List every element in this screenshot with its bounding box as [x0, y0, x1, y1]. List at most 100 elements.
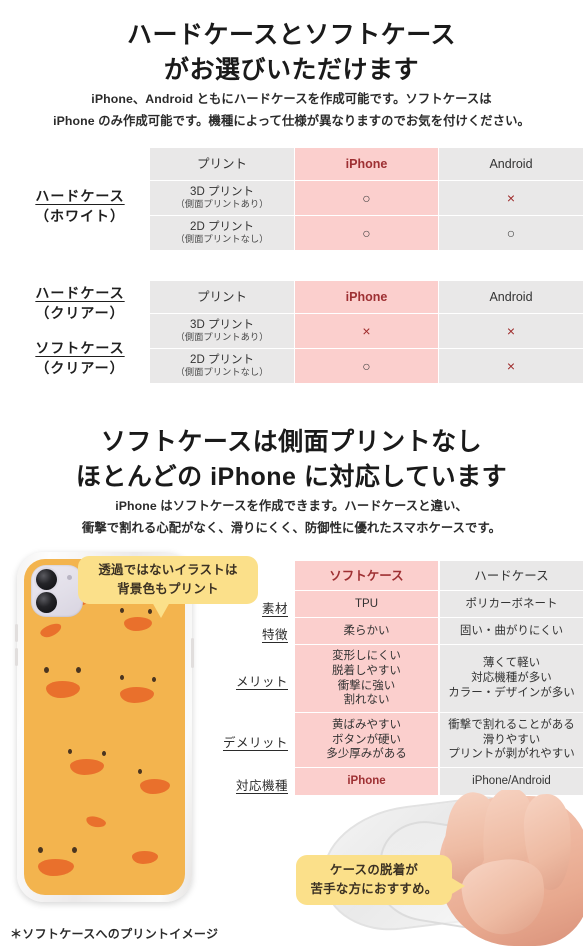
compare-row-label-3: デメリット — [222, 736, 288, 750]
table1-header-iphone: iPhone — [295, 148, 438, 180]
compare-row2-soft: 変形しにくい 脱着しやすい 衝撃に強い 割れない — [295, 645, 438, 712]
grip-note-line1: ケースの脱着が — [329, 863, 419, 878]
camera-lens-bottom — [36, 592, 57, 613]
section1-lead: iPhone、Android ともにハードケースを作成可能です。ソフトケースは … — [0, 88, 583, 133]
table2-row-label-hard: ハードケース （クリアー） — [10, 283, 150, 324]
compare-row0-hard-line0: ポリカーボネート — [465, 597, 558, 610]
table1-row0-label-sub: （側面プリントあり） — [175, 199, 269, 210]
table2-row0-label-main: 3D プリント — [190, 318, 254, 331]
compare-row2-soft-line0: 変形しにくい — [332, 650, 401, 663]
table2-row1-android-mark: × — [506, 358, 516, 374]
footnote: ＊ソフトケースへのプリントイメージ — [10, 927, 219, 941]
table1-row-label-line2: （ホワイト） — [35, 208, 125, 225]
table1-row0-iphone-mark: ○ — [362, 190, 371, 206]
table2-row0-android: × — [439, 314, 583, 348]
table2-row-label-soft: ソフトケース （クリアー） — [10, 338, 150, 379]
table1-row1-label: 2D プリント （側面プリントなし） — [150, 216, 294, 250]
section1-lead-line2: iPhone のみ作成可能です。機種によって仕様が異なりますのでお気を付けくださ… — [53, 114, 530, 129]
table2-row-label-hard-line1: ハードケース — [35, 285, 125, 301]
table2-row0-iphone-mark: × — [362, 323, 371, 339]
compare-row1-hard-line0: 固い・曲がりにくい — [459, 624, 564, 637]
compare-header-soft: ソフトケース — [295, 561, 438, 590]
table2-row-label-hard-line2: （クリアー） — [35, 305, 125, 322]
compare-row2-soft-line3: 割れない — [343, 694, 390, 707]
table1-row1-android: ○ — [439, 216, 583, 250]
compare-row1-soft-line0: 柔らかい — [343, 624, 390, 637]
table2-row0-label-sub: （側面プリントあり） — [175, 332, 269, 343]
volume-down-button — [15, 648, 18, 666]
camera-lens-top — [36, 569, 57, 590]
table2-row-label-soft-line1: ソフトケース — [35, 340, 125, 356]
table2-row1-label: 2D プリント （側面プリントなし） — [150, 349, 294, 383]
volume-up-button — [15, 624, 18, 642]
compare-row3-hard-line0: 衝撃で割れることがある — [448, 718, 575, 731]
section2-lead: iPhone はソフトケースを作成できます。ハードケースと違い、 衝撃で割れる心… — [0, 495, 583, 540]
compare-row3-hard-line1: 滑りやすい — [482, 733, 541, 746]
table1-row0-label: 3D プリント （側面プリントあり） — [150, 181, 294, 215]
table1-row1-iphone: ○ — [295, 216, 438, 250]
bubble-tail-right-icon — [450, 877, 465, 895]
table2-header-iphone: iPhone — [295, 281, 438, 313]
section2-title-line2: ほとんどの iPhone に対応しています — [75, 462, 508, 491]
table2-row1-iphone: ○ — [295, 349, 438, 383]
compare-row-label-1: 特徴 — [261, 628, 288, 642]
compare-row-label-4: 対応機種 — [235, 779, 288, 793]
compare-row4-soft-line0: iPhone — [347, 775, 386, 788]
table1-row1-android-mark: ○ — [506, 225, 516, 241]
table2-row1-android: × — [439, 349, 583, 383]
section1-title-line2: がお選びいただけます — [163, 55, 419, 84]
section2-lead-line1: iPhone はソフトケースを作成できます。ハードケースと違い、 — [115, 499, 468, 513]
compare-row-label-2: メリット — [235, 675, 288, 689]
table2-row1-label-sub: （側面プリントなし） — [175, 367, 269, 378]
table1-row-label: ハードケース （ホワイト） — [10, 186, 150, 227]
section2-lead-line2: 衝撃で割れる心配がなく、滑りにくく、防御性に優れたスマホケースです。 — [81, 521, 502, 536]
compare-row0-soft-line0: TPU — [355, 597, 378, 610]
table2-row0-android-mark: × — [506, 323, 516, 339]
grip-note-line2: 苦手な方におすすめ。 — [310, 882, 438, 896]
table1-header-print: プリント — [150, 148, 294, 180]
compare-row1-soft: 柔らかい — [295, 618, 438, 644]
compare-row1-hard: 固い・曲がりにくい — [440, 618, 583, 644]
camera-bump — [31, 565, 83, 617]
section1-title-line1: ハードケースとソフトケース — [126, 21, 456, 49]
compare-row2-hard-line2: カラー・デザインが多い — [448, 686, 575, 699]
compare-row3-soft: 黄ばみやすい ボタンが硬い 多少厚みがある — [295, 713, 438, 767]
compare-row3-soft-line0: 黄ばみやすい — [332, 718, 401, 731]
section2-title: ソフトケースは側面プリントなし ほとんどの iPhone に対応しています — [0, 425, 583, 494]
table1-row0-iphone: ○ — [295, 181, 438, 215]
table2-header-android: Android — [439, 281, 583, 313]
section1-lead-line1: iPhone、Android ともにハードケースを作成可能です。ソフトケースは — [91, 92, 492, 106]
compare-row3-soft-line1: ボタンが硬い — [332, 733, 401, 746]
compare-row2-hard-line1: 対応機種が多い — [471, 672, 552, 685]
table2-row-label-soft-line2: （クリアー） — [35, 360, 125, 377]
table1-row1-iphone-mark: ○ — [362, 225, 371, 241]
compare-row2-soft-line1: 脱着しやすい — [332, 664, 401, 677]
table2-row1-label-main: 2D プリント — [190, 353, 254, 366]
bubble-tail-down-icon — [152, 602, 170, 618]
table1-header-android: Android — [439, 148, 583, 180]
table1-row0-android-mark: × — [506, 190, 516, 206]
table2-row0-label: 3D プリント （側面プリントあり） — [150, 314, 294, 348]
compare-row2-soft-line2: 衝撃に強い — [337, 679, 396, 692]
compare-row3-hard-line2: プリントが剥がれやすい — [448, 748, 575, 761]
print-note-line1: 透過ではないイラストは — [98, 563, 238, 578]
table2-row0-iphone: × — [295, 314, 438, 348]
camera-flash — [67, 575, 72, 580]
compare-row2-hard: 薄くて軽い 対応機種が多い カラー・デザインが多い — [440, 645, 583, 712]
compare-row3-hard: 衝撃で割れることがある 滑りやすい プリントが剥がれやすい — [440, 713, 583, 767]
table1-row1-label-main: 2D プリント — [190, 220, 254, 233]
table1-row-label-line1: ハードケース — [35, 188, 125, 204]
compare-row2-hard-line0: 薄くて軽い — [482, 657, 541, 670]
power-button — [191, 638, 194, 668]
compare-header-hard: ハードケース — [440, 561, 583, 590]
table1-row0-android: × — [439, 181, 583, 215]
compare-row0-hard: ポリカーボネート — [440, 591, 583, 617]
table2-row1-iphone-mark: ○ — [362, 358, 371, 374]
compare-row4-hard-line0: iPhone/Android — [472, 775, 551, 788]
table1-row1-label-sub: （側面プリントなし） — [175, 234, 269, 245]
table2-header-print: プリント — [150, 281, 294, 313]
hand — [435, 790, 583, 946]
compare-row3-soft-line2: 多少厚みがある — [326, 748, 407, 761]
table1-row0-label-main: 3D プリント — [190, 185, 254, 198]
print-note-line2: 背景色もプリント — [117, 582, 219, 596]
